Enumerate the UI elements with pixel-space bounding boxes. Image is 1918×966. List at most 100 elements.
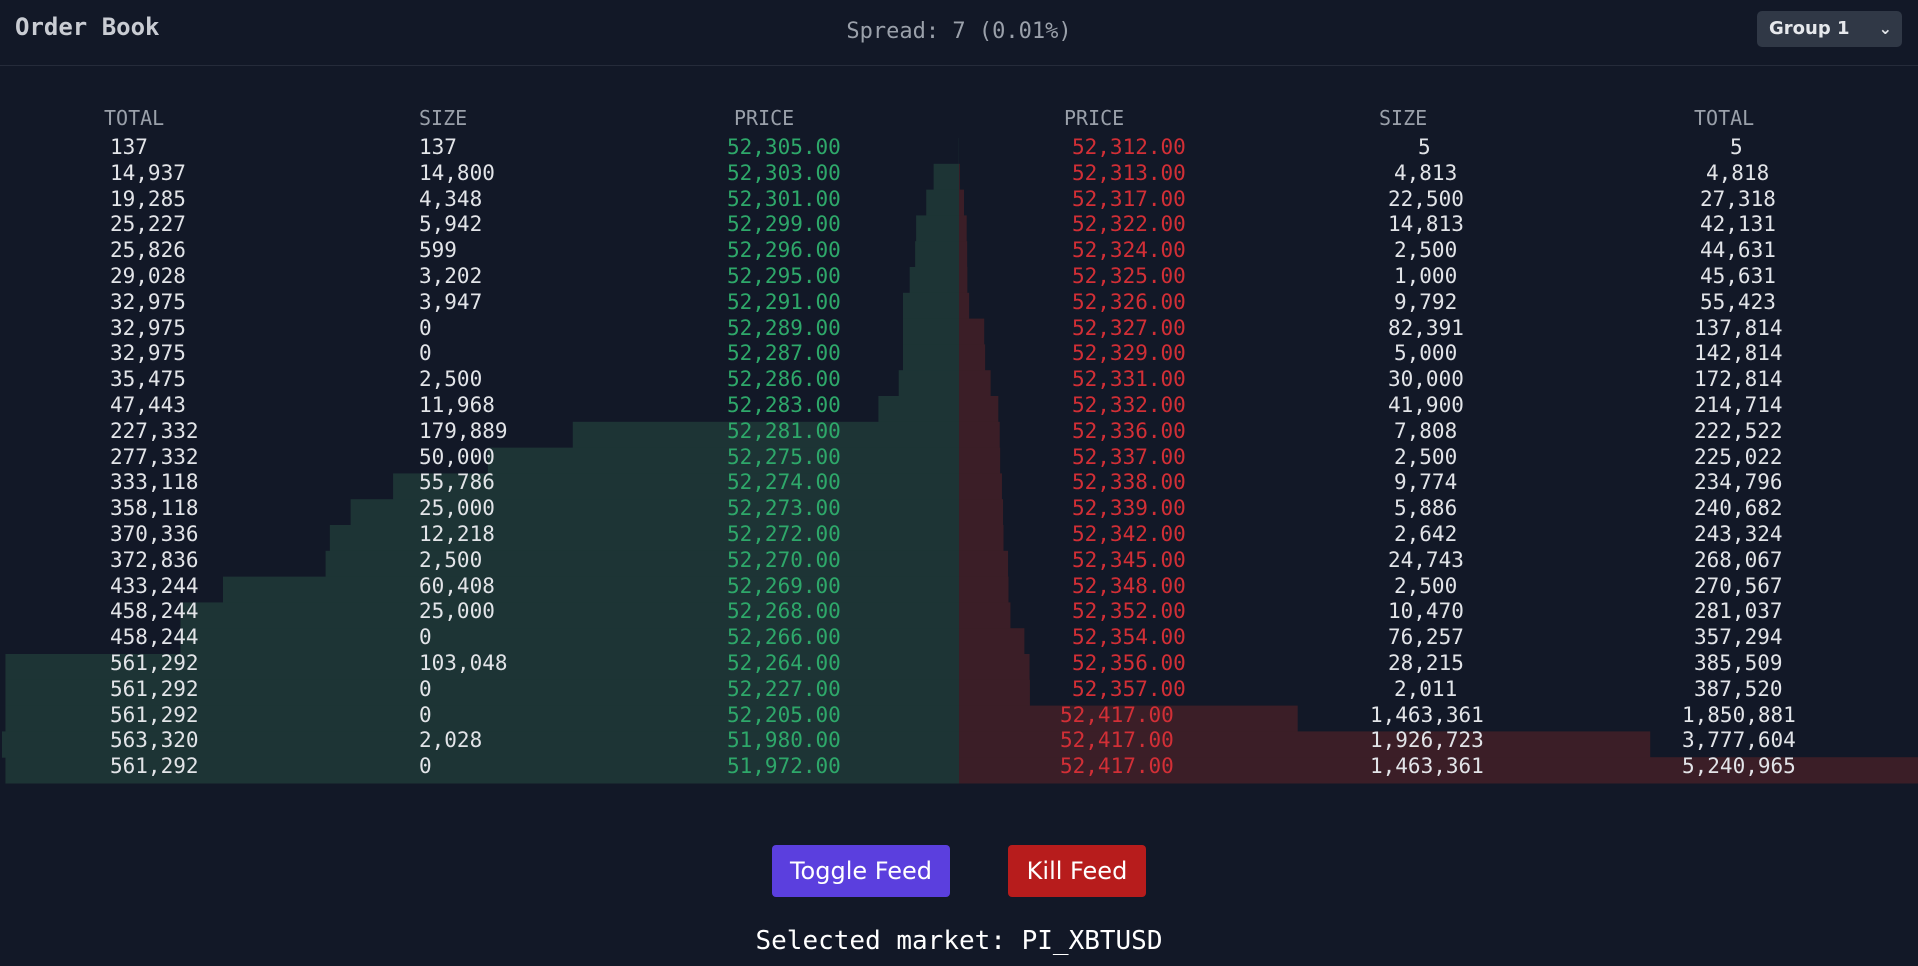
bid-size: 14,800: [419, 160, 495, 185]
ask-price: 52,354.00: [1072, 625, 1186, 650]
bid-total: 458,244: [110, 599, 199, 624]
bid-size: 25,000: [419, 599, 495, 624]
bid-depth-bar: [902, 318, 959, 345]
bid-size: 2,500: [419, 367, 483, 392]
bid-size: 0: [419, 754, 432, 779]
depth-chart: [2, 138, 1918, 784]
bid-price: 52,299.00: [727, 212, 841, 237]
kill-feed-button[interactable]: Kill Feed: [1008, 845, 1146, 897]
bid-price: 52,275.00: [727, 444, 841, 469]
ask-total: 5,240,965: [1682, 754, 1796, 779]
ask-total: 27,318: [1700, 186, 1776, 211]
ask-price: 52,417.00: [1060, 702, 1174, 727]
ask-depth-bar: [959, 318, 985, 345]
ask-depth-bar: [959, 267, 968, 294]
bid-depth-bar: [180, 628, 959, 655]
ask-size: 2,500: [1394, 444, 1458, 469]
ask-size: 5,886: [1394, 496, 1458, 521]
ask-size: 4,813: [1394, 160, 1458, 185]
group-select[interactable]: Group 1 ⌄: [1757, 11, 1902, 47]
toggle-feed-button[interactable]: Toggle Feed: [772, 845, 950, 897]
ask-price: 52,356.00: [1072, 651, 1186, 675]
ask-total: 5: [1730, 135, 1743, 159]
bid-price: 52,268.00: [727, 599, 841, 624]
header: Order Book Spread: 7 (0.01%) Group 1 ⌄: [0, 0, 1918, 66]
bid-total: 370,336: [110, 522, 199, 546]
ask-total: 44,631: [1700, 238, 1776, 263]
ask-size: 14,813: [1388, 212, 1464, 237]
bid-price: 52,270.00: [727, 547, 841, 572]
bid-size: 3,202: [419, 264, 483, 288]
ask-total: 270,567: [1694, 573, 1783, 598]
bid-price: 52,305.00: [727, 135, 841, 159]
ask-total: 55,423: [1700, 289, 1776, 314]
bid-total: 358,118: [110, 496, 199, 521]
bid-depth-bar: [180, 602, 959, 629]
ask-price: 52,317.00: [1072, 186, 1186, 211]
ask-price: 52,348.00: [1072, 573, 1186, 598]
bid-depth-bar: [909, 267, 959, 294]
bid-price: 52,266.00: [727, 625, 841, 650]
ask-depth-bar: [959, 344, 986, 371]
bid-size: 103,048: [419, 651, 508, 675]
ask-header-price: PRICE: [1064, 106, 1125, 130]
bid-size: 60,408: [419, 573, 495, 598]
bid-size: 12,218: [419, 522, 495, 546]
bid-total: 35,475: [110, 367, 186, 392]
ask-price: 52,417.00: [1060, 728, 1174, 753]
ask-depth-bar: [959, 550, 1009, 578]
ask-size: 5,000: [1394, 341, 1458, 366]
ask-total: 240,682: [1694, 496, 1783, 521]
bid-total: 227,332: [110, 418, 199, 443]
bid-total: 25,227: [110, 212, 186, 237]
bid-size: 179,889: [419, 418, 508, 443]
bid-price: 52,291.00: [727, 289, 841, 314]
bid-depth-bar: [916, 215, 959, 242]
bid-price: 51,972.00: [727, 754, 841, 779]
bid-total: 561,292: [110, 702, 199, 727]
ask-size: 28,215: [1388, 651, 1464, 675]
ask-price: 52,313.00: [1072, 160, 1186, 185]
ask-depth-bar: [959, 421, 1000, 449]
bid-total: 277,332: [110, 444, 199, 469]
bid-price: 52,269.00: [727, 573, 841, 598]
ask-total: 268,067: [1694, 547, 1783, 572]
ask-size: 9,774: [1394, 470, 1458, 495]
ask-total: 214,714: [1694, 393, 1783, 417]
ask-price: 52,336.00: [1072, 418, 1186, 443]
ask-total: 357,294: [1694, 625, 1783, 650]
ask-size: 7,808: [1394, 418, 1458, 443]
ask-size: 5: [1418, 135, 1431, 159]
ask-depth-bar: [959, 189, 964, 216]
bid-total: 561,292: [110, 754, 199, 779]
bid-size: 0: [419, 676, 432, 701]
ask-total: 387,520: [1694, 676, 1783, 701]
bid-total: 32,975: [110, 289, 186, 314]
bid-header-size: SIZE: [419, 106, 468, 130]
ask-size: 2,642: [1394, 522, 1458, 546]
group-select-value: Group 1: [1769, 18, 1850, 39]
ask-depth-bar: [959, 292, 970, 320]
bid-depth-bar: [487, 447, 959, 474]
bid-size: 5,942: [419, 212, 483, 237]
bid-size: 50,000: [419, 444, 495, 469]
ask-depth-bar: [959, 602, 1011, 629]
ask-depth-bar: [959, 679, 1030, 707]
ask-price: 52,324.00: [1072, 238, 1186, 263]
bid-size: 25,000: [419, 496, 495, 521]
bid-total: 433,244: [110, 573, 199, 598]
ask-size: 24,743: [1388, 547, 1464, 572]
ask-depth-bar: [959, 525, 1004, 552]
bid-total: 561,292: [110, 651, 199, 675]
ask-depth-bar: [959, 241, 968, 268]
bid-size: 0: [419, 702, 432, 727]
bid-total: 47,443: [110, 393, 186, 417]
bid-price: 52,296.00: [727, 238, 841, 263]
bid-total: 458,244: [110, 625, 199, 650]
ask-size: 1,926,723: [1370, 728, 1484, 753]
bid-price: 52,301.00: [727, 186, 841, 211]
ask-header-size: SIZE: [1379, 106, 1428, 130]
bid-price: 52,227.00: [727, 676, 841, 701]
bid-size: 3,947: [419, 289, 483, 314]
bid-depth-bar: [933, 163, 959, 191]
